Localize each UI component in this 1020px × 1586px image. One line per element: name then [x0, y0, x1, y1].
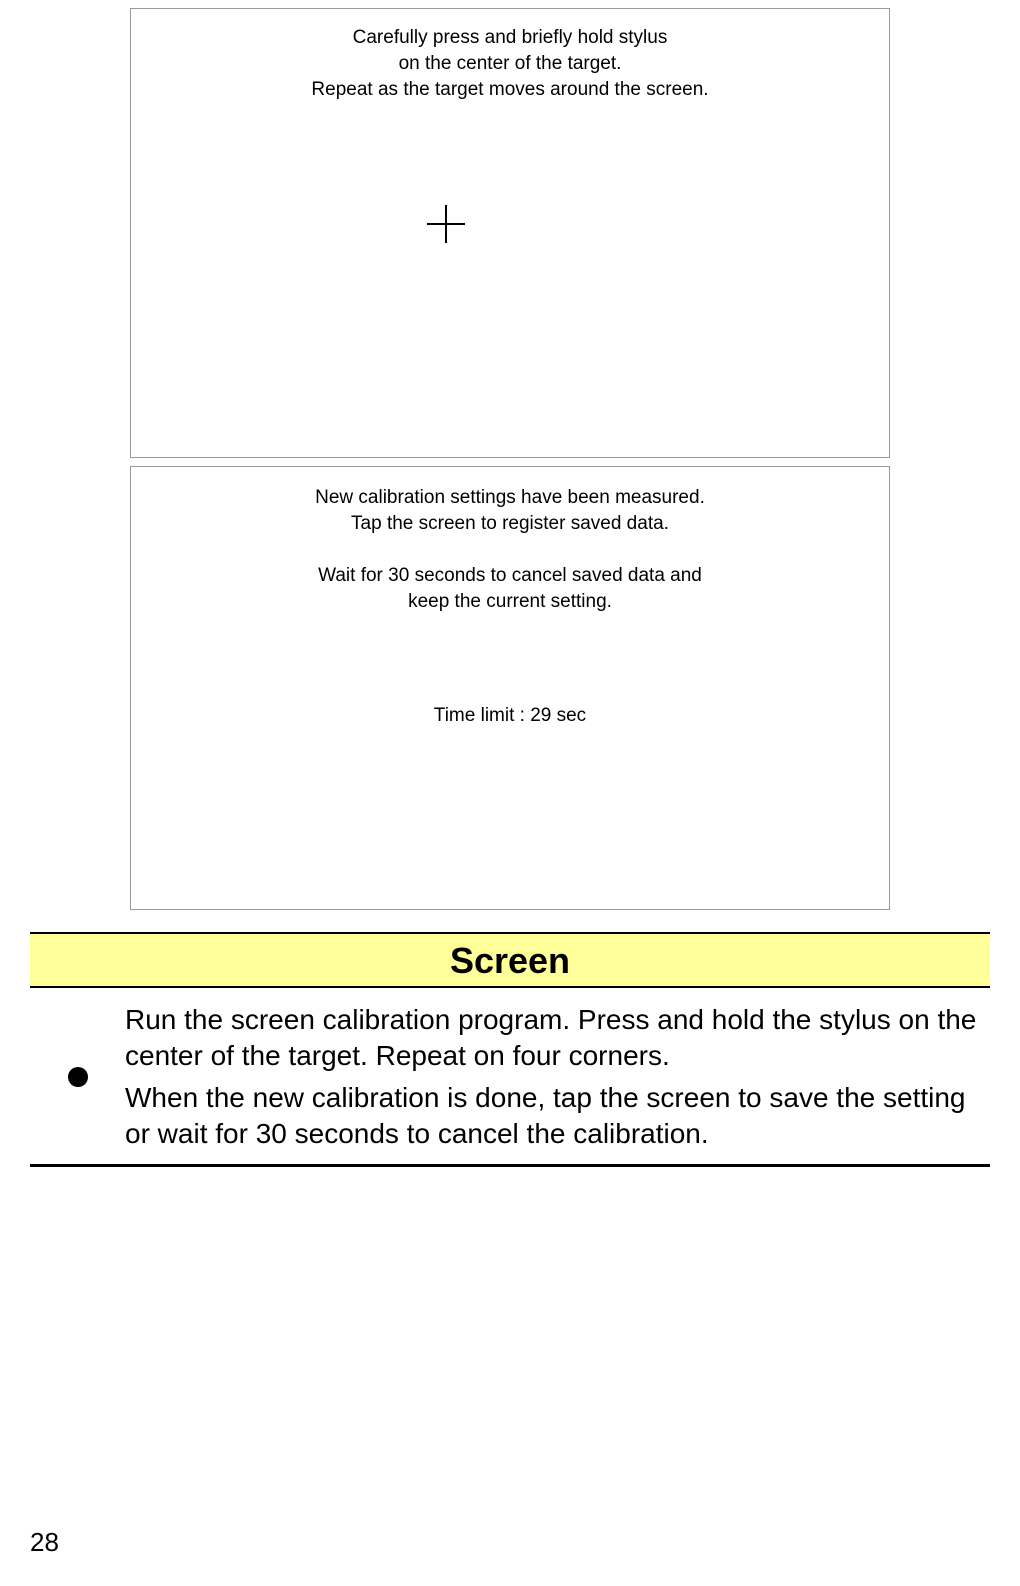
- section-header: Screen: [30, 932, 990, 988]
- bullet-icon: [68, 1067, 88, 1087]
- calibration-screenshot-1: Carefully press and briefly hold stylus …: [130, 8, 890, 458]
- bullet-cell: [30, 1067, 125, 1087]
- crosshair-target-icon: [421, 199, 471, 249]
- calibration-instruction-text: Carefully press and briefly hold stylus …: [131, 9, 889, 103]
- section-description-row: Run the screen calibration program. Pres…: [30, 988, 990, 1167]
- manual-page: Carefully press and briefly hold stylus …: [0, 0, 1020, 1586]
- description-paragraph-2: When the new calibration is done, tap th…: [125, 1080, 990, 1152]
- calibration-complete-text: New calibration settings have been measu…: [131, 467, 889, 615]
- section-title: Screen: [450, 940, 570, 981]
- page-number: 28: [30, 1527, 59, 1558]
- description-paragraph-1: Run the screen calibration program. Pres…: [125, 1002, 990, 1074]
- time-limit-text: Time limit : 29 sec: [131, 705, 889, 727]
- calibration-screenshot-2: New calibration settings have been measu…: [130, 466, 890, 910]
- screenshot-group: Carefully press and briefly hold stylus …: [130, 0, 890, 910]
- section-description: Run the screen calibration program. Pres…: [125, 1002, 990, 1152]
